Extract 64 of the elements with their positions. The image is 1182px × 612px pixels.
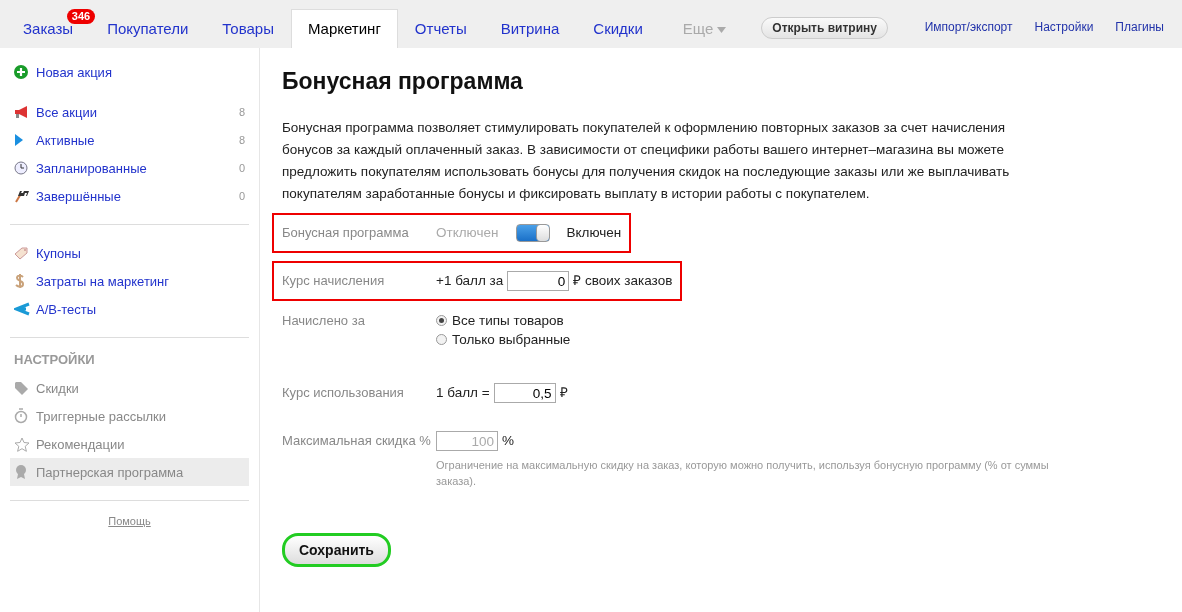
- tag-icon: [14, 381, 30, 395]
- sidebar-item[interactable]: A/B-тесты: [10, 295, 249, 323]
- sidebar-item[interactable]: Купоны: [10, 239, 249, 267]
- nav-tab[interactable]: Маркетинг: [290, 9, 398, 48]
- field-label: Максимальная скидка %: [282, 432, 432, 450]
- sidebar-item[interactable]: Все акции 8: [10, 98, 249, 126]
- plus-circle-icon: [14, 65, 28, 79]
- megaphone-icon: [14, 105, 30, 119]
- on-label: Включен: [566, 224, 622, 242]
- sidebar-item[interactable]: Запланированные 0: [10, 154, 249, 182]
- hint-text: Ограничение на максимальную скидку на заказ, которую можно получить, используя бонусную программу (% от суммы заказа).: [436, 458, 1050, 489]
- toggle-switch[interactable]: [516, 224, 551, 242]
- checkered-flag-icon: [14, 189, 30, 203]
- input-field[interactable]: 0,5: [493, 383, 556, 403]
- field-label: Бонусная программа: [282, 224, 410, 242]
- field-suffix: %: [502, 432, 514, 450]
- open-store-button[interactable]: Открыть витрину: [761, 17, 888, 39]
- field-suffix: ₽ своих заказов: [573, 272, 673, 290]
- field-label: Курс использования: [282, 384, 405, 402]
- item-count: 8: [238, 106, 245, 118]
- play-icon: [14, 133, 24, 147]
- stopwatch-icon: [14, 408, 28, 424]
- sidebar-item[interactable]: Рекомендации: [10, 430, 249, 458]
- page-title: Бонусная программа: [282, 68, 524, 95]
- nav-tab[interactable]: Товары: [205, 9, 291, 48]
- count-badge: 346: [66, 9, 96, 24]
- nav-link[interactable]: Плагины: [1115, 20, 1164, 34]
- sidebar-item[interactable]: Скидки: [10, 374, 249, 402]
- item-count: 0: [238, 162, 245, 174]
- help-link[interactable]: Помощь: [10, 515, 249, 527]
- tag-icon: [14, 246, 30, 260]
- section-heading: НАСТРОЙКИ: [14, 352, 96, 369]
- option-label: Все типы товаров: [452, 312, 564, 330]
- nav-link[interactable]: Импорт/экспорт: [924, 20, 1013, 34]
- dollar-icon: [14, 273, 26, 289]
- field-label: Начислено за: [282, 312, 366, 330]
- input-field[interactable]: 0: [507, 271, 570, 291]
- option-label: Только выбранные: [452, 331, 571, 349]
- sidebar-item[interactable]: Активные 8: [10, 126, 249, 154]
- nav-tab[interactable]: Скидки: [576, 9, 660, 48]
- off-label: Отключен: [436, 224, 499, 242]
- caret-icon: [717, 27, 727, 34]
- item-count: 8: [238, 134, 245, 146]
- radio-button[interactable]: [436, 334, 447, 345]
- field-prefix: +1 балл за: [436, 272, 504, 290]
- new-promotion-link[interactable]: Новая акция: [10, 58, 249, 86]
- field-prefix: 1 балл =: [436, 384, 490, 402]
- nav-tab[interactable]: Витрина: [483, 9, 577, 48]
- sidebar-item[interactable]: Триггерные рассылки: [10, 402, 249, 430]
- sidebar-item[interactable]: Завершённые 0: [10, 182, 249, 210]
- field-suffix: ₽: [559, 384, 568, 402]
- sidebar-item[interactable]: Затраты на маркетинг: [10, 267, 249, 295]
- item-count: 0: [238, 190, 245, 202]
- nav-tab[interactable]: Отчеты: [397, 9, 484, 48]
- award-icon: [14, 464, 28, 480]
- clock-icon: [14, 161, 28, 175]
- field-label: Курс начисления: [282, 272, 386, 290]
- radio-button[interactable]: [436, 315, 447, 326]
- save-button[interactable]: Сохранить: [282, 533, 391, 567]
- input-field[interactable]: 100: [436, 431, 498, 451]
- nav-link[interactable]: Настройки: [1034, 20, 1094, 34]
- description-text: Бонусная программа позволяет стимулировать покупателей к оформлению повторных заказов за счет начисления бонусов за каждый оплаченный заказ. В зависимости от специфики работы вашего интернет–магазина вы можете предложить покупателям использовать бонусы для получения скидок на последующие заказы или же выплачивать покупателям заработанные бонусы и фиксировать выплату в истории работы с покупателем.: [282, 119, 1011, 203]
- star-icon: [14, 436, 30, 452]
- split-arrows-icon: [14, 302, 30, 316]
